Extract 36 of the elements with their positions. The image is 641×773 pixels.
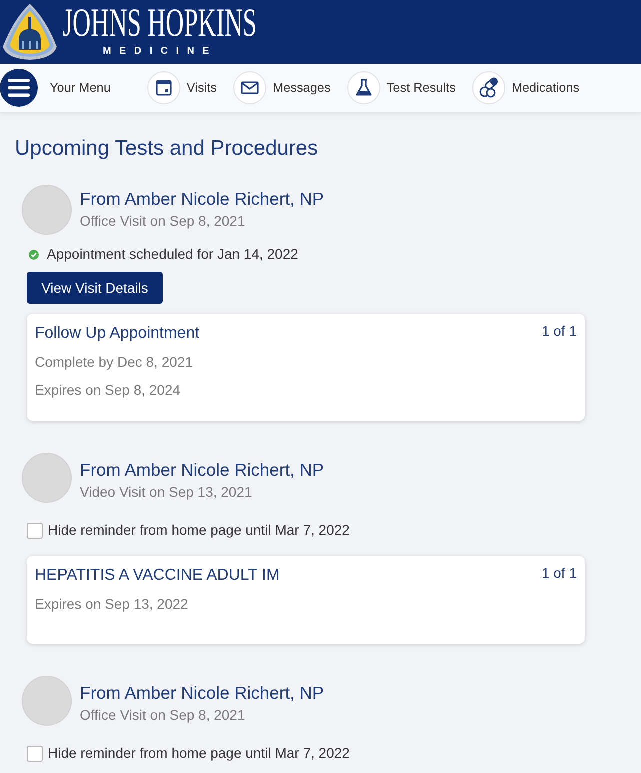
order-count: 1 of 1	[542, 324, 577, 339]
avatar-placeholder	[22, 185, 72, 235]
provider-name: From Amber Nicole Richert, NP	[80, 460, 324, 480]
calendar-icon	[146, 71, 181, 105]
messages-link[interactable]: Messages	[233, 71, 331, 105]
hide-reminder-checkbox[interactable]	[27, 522, 43, 538]
order-title: Follow Up Appointment	[35, 324, 200, 343]
avatar-placeholder	[22, 676, 72, 726]
order-title: HEPATITIS A VACCINE ADULT IM	[35, 566, 280, 585]
checkbox-label: Hide reminder from home page until Mar 7, 2022	[48, 745, 350, 762]
check-circle-icon	[29, 250, 39, 260]
order-detail: Expires on Sep 8, 2024	[35, 382, 182, 399]
pills-icon	[472, 71, 506, 105]
provider-name: From Amber Nicole Richert, NP	[80, 188, 324, 210]
checkbox-label: Hide reminder from home page until Mar 7, 2022	[48, 522, 350, 539]
medications-link[interactable]: Medications	[472, 71, 580, 105]
visits-link[interactable]: Visits	[146, 71, 217, 105]
menu-button[interactable]: Your Menu	[0, 69, 111, 107]
visit-date: Office Visit on Sep 8, 2021	[80, 212, 246, 230]
order-detail: Complete by Dec 8, 2021	[35, 354, 194, 371]
avatar-placeholder	[22, 453, 72, 503]
page-title: Upcoming Tests and Procedures	[15, 136, 320, 161]
order-count: 1 of 1	[542, 566, 577, 581]
flask-icon	[346, 71, 381, 105]
order-detail: Expires on Sep 13, 2022	[35, 596, 190, 613]
view-details-button[interactable]: View Visit Details	[27, 272, 163, 304]
logo-emblem-icon	[2, 3, 58, 61]
envelope-icon	[233, 71, 267, 105]
appointment-status: Appointment scheduled for Jan 14, 2022	[47, 246, 298, 263]
hide-reminder-checkbox[interactable]	[27, 746, 43, 762]
logo-title: JOHNS HOPKINS	[63, 0, 257, 44]
visit-date: Office Visit on Sep 8, 2021	[80, 706, 246, 724]
visit-date: Video Visit on Sep 13, 2021	[80, 484, 254, 500]
test-results-link[interactable]: Test Results	[346, 71, 456, 105]
provider-name: From Amber Nicole Richert, NP	[80, 682, 324, 704]
logo-subtitle: MEDICINE	[103, 46, 218, 58]
